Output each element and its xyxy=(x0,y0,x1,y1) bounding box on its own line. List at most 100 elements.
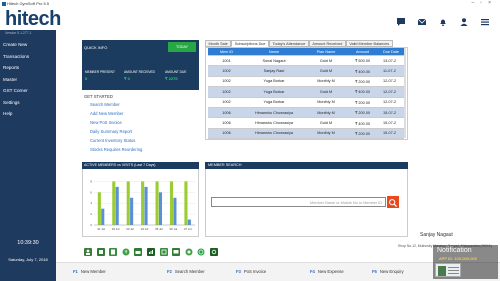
sidebar-item-settings[interactable]: Settings xyxy=(0,97,56,109)
table-row[interactable]: 1002 Yuga Borkar Monthly M ₹ 200.00 12-0… xyxy=(208,98,404,108)
column-header[interactable]: Mem ID xyxy=(208,50,242,54)
y-tick-label: 2 xyxy=(90,212,92,216)
bar-series-1 xyxy=(141,181,145,225)
inventory-icon[interactable] xyxy=(159,243,168,256)
column-header[interactable]: Due Date xyxy=(379,50,404,54)
shortcut-key: F4 xyxy=(310,269,315,274)
table-row[interactable]: 1002 Yuga Borkar Monthly M ₹ 200.00 12-0… xyxy=(208,77,404,88)
search-icon xyxy=(389,199,398,208)
member-search-title: MEMBER SEARCH xyxy=(205,162,408,169)
report-icon[interactable] xyxy=(146,243,155,256)
table-row[interactable]: 1006 Himanshu Chowrasiya Gold M ₹ 400.00… xyxy=(208,118,404,129)
add-new-member-link[interactable]: Add New Member xyxy=(90,111,124,116)
payment-icon[interactable]: ₹ xyxy=(122,243,130,256)
quick-action-icons: ₹ xyxy=(84,243,218,256)
table-cell: 1002 xyxy=(222,89,231,94)
sidebar-item-transactions[interactable]: Transactions xyxy=(0,51,56,63)
bar-series-1 xyxy=(97,192,101,225)
table-row[interactable]: 1001 Sonal Nagaut Gold M ₹ 500.00 13-07-… xyxy=(208,56,404,67)
app-icon xyxy=(2,2,6,6)
search-member-link[interactable]: Search Member xyxy=(90,102,120,107)
y-tick-label: 8 xyxy=(90,179,92,183)
table-scrollbar[interactable] xyxy=(404,48,406,138)
sidebar-item-create-new[interactable]: Create New xyxy=(0,39,56,51)
header: hitech xyxy=(0,8,500,30)
amount-received-value: ₹ 0 xyxy=(124,76,130,81)
f3-pos-invoice[interactable]: F3 PoS Invoice xyxy=(236,269,266,274)
shortcut-key: F1 xyxy=(73,269,78,274)
daily-summary-report-link[interactable]: Daily Summary Report xyxy=(90,129,132,134)
f1-new-member[interactable]: F1 New Member xyxy=(73,269,106,274)
bell-icon[interactable] xyxy=(438,14,448,27)
shortcut-label: New Expense xyxy=(317,269,344,274)
sms-icon[interactable] xyxy=(172,243,181,256)
quick-info-panel: QUICK INFO TODAY MEMBER PRESENT 0 AMOUNT… xyxy=(82,40,199,90)
column-header[interactable]: Amount xyxy=(346,50,379,54)
table-cell: Himanshu Chowrasiya xyxy=(255,110,293,115)
table-cell: ₹ 400.00 xyxy=(354,121,371,126)
today-button[interactable]: TODAY xyxy=(168,42,196,52)
expense-icon[interactable] xyxy=(134,243,143,256)
x-tick-label: 01 Jul xyxy=(97,227,105,231)
chart-title: ACTIVE MEMBERS vs VISITS (Last 7 Days) xyxy=(82,162,199,169)
table-cell: Yuga Borkar xyxy=(263,79,285,84)
chat-icon[interactable] xyxy=(396,14,406,26)
table-cell: Gold M xyxy=(319,69,333,74)
table-cell: Monthly M xyxy=(317,110,335,115)
table-cell: ₹ 500.00 xyxy=(354,59,371,64)
member-icon[interactable] xyxy=(84,243,92,256)
current-inventory-status-link[interactable]: Current Inventory Status xyxy=(90,138,135,143)
user-icon[interactable] xyxy=(459,14,469,26)
table-cell: Monthly M xyxy=(317,79,335,84)
window-controls[interactable]: –▫× xyxy=(472,0,497,6)
table-row[interactable]: 1002 Sanjay Raut Gold M ₹ 400.00 11-07-2 xyxy=(208,66,404,77)
svg-text:₹: ₹ xyxy=(124,250,127,255)
bar-series-2 xyxy=(173,197,177,225)
app-window: Hitech GymSoft Pro 5.5 –▫× hitech Versio… xyxy=(0,0,500,281)
x-tick-label: 05 Jul xyxy=(155,227,163,231)
table-cell: 1006 xyxy=(222,110,231,115)
table-row[interactable]: 1002 Yuga Borkar Gold M ₹ 400.00 12-07-2 xyxy=(208,87,404,98)
member-search-button[interactable] xyxy=(387,196,399,208)
sidebar-item-gst-corner[interactable]: GST Corner xyxy=(0,85,56,97)
sidebar-item-master[interactable]: Master xyxy=(0,74,56,86)
menu-icon[interactable] xyxy=(480,14,490,26)
notification-toast[interactable]: Notification APP ID: 100-000-002 xyxy=(433,245,498,279)
invoice-icon[interactable] xyxy=(109,243,118,256)
column-header[interactable]: Name xyxy=(242,50,306,54)
table-cell: ₹ 200.00 xyxy=(354,100,371,105)
message-icon[interactable] xyxy=(417,14,427,25)
tab-valid-member-balances[interactable]: Valid Member Balances xyxy=(345,40,393,47)
bar-series-2 xyxy=(187,219,191,225)
whatsapp-icon[interactable] xyxy=(197,243,205,256)
table-row[interactable]: 1006 Himanshu Chowrasiya Monthly M ₹ 200… xyxy=(208,107,404,119)
sidebar-item-help[interactable]: Help xyxy=(0,108,56,120)
window-title: Hitech GymSoft Pro 5.5 xyxy=(7,1,50,6)
tab-month-sale[interactable]: Month Sale xyxy=(205,40,232,47)
tab-todays-attendance[interactable]: Today's Attendance xyxy=(269,40,309,47)
attendance-icon[interactable] xyxy=(96,243,105,256)
sidebar-item-reports[interactable]: Reports xyxy=(0,62,56,74)
dashboard-tabs: Month Sale Subscriptions Due Today's Att… xyxy=(205,40,393,47)
table-cell: ₹ 400.00 xyxy=(354,69,371,74)
settings-icon[interactable] xyxy=(209,243,218,256)
backup-icon[interactable] xyxy=(185,243,193,256)
column-header[interactable]: Plan Name xyxy=(306,50,346,54)
x-tick-label: 03 Jul xyxy=(126,227,134,231)
tab-amount-received[interactable]: Amount Received xyxy=(308,40,346,47)
table-cell: 12-07-2 xyxy=(383,89,397,94)
table-cell: 1001 xyxy=(222,58,231,63)
amount-due-value: ₹ 2270 xyxy=(165,76,178,81)
new-pos-invoice-link[interactable]: New PoS Invoice xyxy=(90,120,122,125)
table-row[interactable]: 1006 Himanshu Chowrasiya Monthly M ₹ 200… xyxy=(208,128,404,140)
stocks-reordering-link[interactable]: Stocks Requires Reordering xyxy=(90,147,142,152)
member-search-input[interactable]: Member Name or Mobile No or Member ID xyxy=(211,197,386,207)
f4-new-expense[interactable]: F4 New Expense xyxy=(310,269,344,274)
f5-new-enquiry[interactable]: F5 New Enquiry xyxy=(372,269,404,274)
y-tick-label: 4 xyxy=(90,201,92,205)
bar-series-1 xyxy=(169,181,174,225)
title-bar: Hitech GymSoft Pro 5.5 –▫× xyxy=(0,0,500,8)
f2-search-member[interactable]: F2 Search Member xyxy=(167,269,205,274)
tab-subscriptions-due[interactable]: Subscriptions Due xyxy=(231,40,270,47)
x-tick-label: 07 Jul xyxy=(184,227,192,231)
